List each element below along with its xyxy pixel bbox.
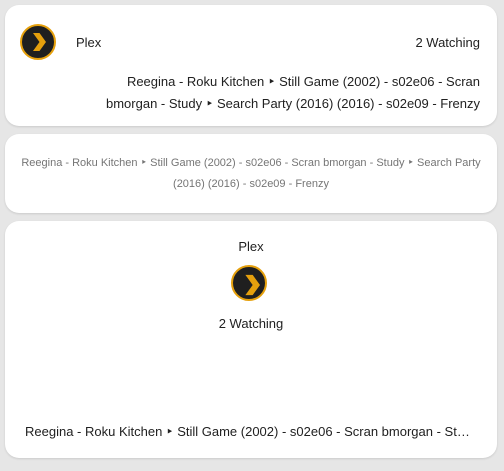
card-title: Plex — [238, 239, 264, 254]
now-playing-line: Reegina - Roku Kitchen ‣ Still Game (200… — [25, 424, 477, 439]
plex-card-text-only[interactable]: Reegina - Roku Kitchen ‣ Still Game (200… — [5, 134, 497, 213]
plex-card-horizontal[interactable]: Plex 2 Watching Reegina - Roku Kitchen ‣… — [5, 5, 497, 126]
plex-logo-icon — [231, 265, 267, 301]
watching-count: 2 Watching — [415, 35, 480, 50]
watching-count: 2 Watching — [218, 316, 284, 331]
now-playing-line: Reegina - Roku Kitchen ‣ Still Game (200… — [126, 74, 480, 89]
now-playing-text: Reegina - Roku Kitchen ‣ Still Game (200… — [21, 157, 481, 190]
now-playing-line: bmorgan - Study ‣ Search Party (2016) (2… — [105, 96, 480, 111]
card-title: Plex — [76, 35, 102, 50]
plex-logo-icon — [20, 24, 56, 60]
plex-card-vertical[interactable]: Plex 2 Watching Reegina - Roku Kitchen ‣… — [5, 221, 497, 458]
now-playing-list: Reegina - Roku Kitchen ‣ Still Game (200… — [40, 71, 480, 115]
